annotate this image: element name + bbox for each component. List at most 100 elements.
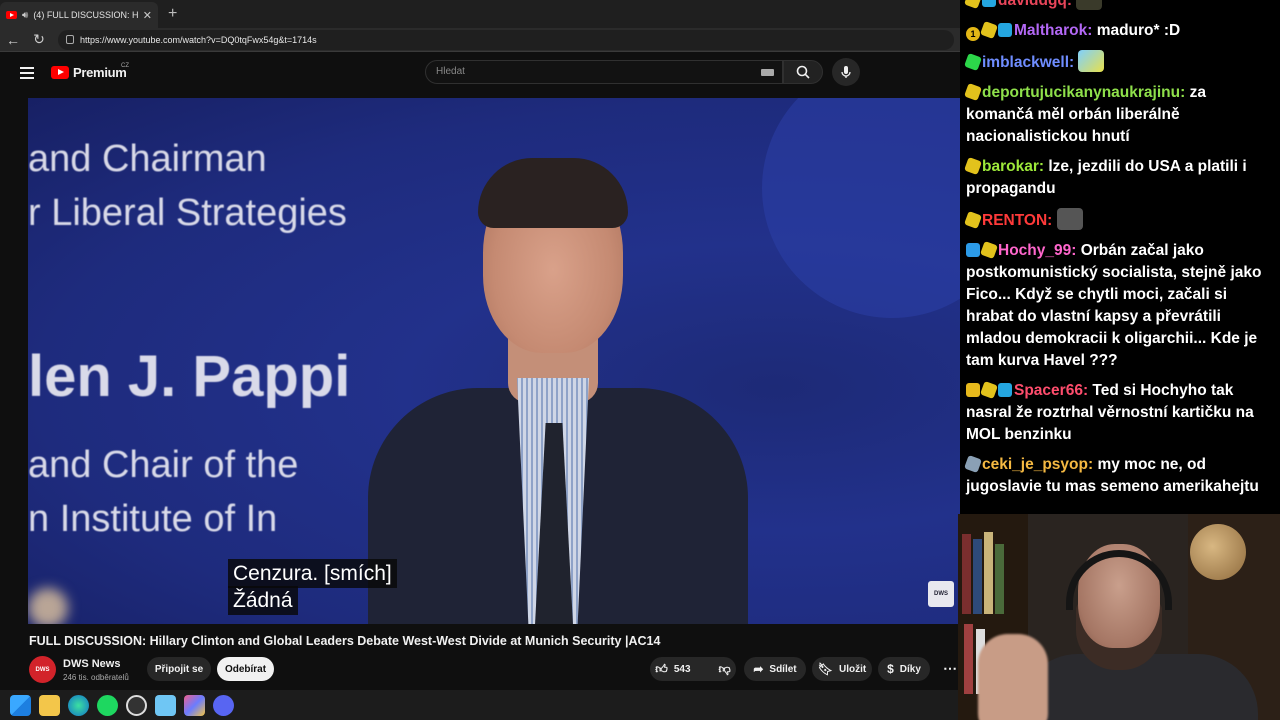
bookmark-icon: 🔖︎ [817, 662, 833, 676]
thanks-button[interactable]: $ Díky [878, 657, 930, 681]
video-player[interactable]: and Chairman r Liberal Strategies len J.… [28, 98, 962, 624]
obs-icon[interactable] [126, 694, 147, 716]
speaker-icon[interactable]: 🔊︎ [22, 10, 28, 21]
join-button[interactable]: Připojit se [147, 657, 211, 681]
chat-separator: : [1038, 158, 1049, 175]
chat-message: Spacer66: Ted si Hochyho tak nasral že r… [966, 380, 1274, 446]
chat-separator: : [1082, 382, 1093, 399]
new-tab-icon[interactable]: + [168, 5, 177, 23]
pickaxe-badge-icon [980, 381, 998, 399]
site-info-icon[interactable] [66, 35, 74, 44]
chat-username[interactable]: imblackwell [982, 54, 1069, 71]
url-text: https://www.youtube.com/watch?v=DQ0tqFwx… [80, 34, 317, 45]
chat-emote-icon [1078, 50, 1105, 72]
back-icon[interactable]: ← [6, 32, 20, 48]
like-button[interactable]: 👍︎ 543 [647, 662, 698, 677]
dislike-button[interactable]: 👎︎ [711, 662, 739, 677]
chat-username[interactable]: RENTON [982, 212, 1047, 229]
chat-message: barokar: lze, jezdili do USA a platili i… [964, 156, 1274, 200]
browser-tab[interactable]: 🔊︎ (4) FULL DISCUSSION: Hillary ✕ [0, 2, 158, 28]
thumbs-down-icon: 👎︎ [718, 661, 731, 676]
chat-emote-icon [1056, 208, 1083, 230]
crown-badge-icon [966, 383, 980, 397]
webcam-overlay [958, 514, 1280, 720]
file-explorer-icon[interactable] [39, 694, 60, 716]
super-thanks-icon: $ [887, 662, 894, 676]
backdrop-text: r Liberal Strategies [28, 192, 347, 234]
headset [1066, 550, 1172, 610]
search-button[interactable] [783, 60, 823, 84]
chat-username[interactable]: Spacer66 [1014, 382, 1083, 399]
pickaxe-badge-icon [964, 83, 982, 101]
chat-username[interactable]: Hochy_99 [998, 242, 1071, 259]
coin-badge-icon: 1 [966, 27, 980, 41]
youtube-favicon-icon [6, 11, 17, 19]
microphone-icon [841, 66, 851, 78]
pickaxe-badge-icon [980, 241, 998, 259]
chat-message: ceki_je_psyop: my moc ne, od jugoslavie … [964, 454, 1274, 498]
speaker-figure [328, 158, 748, 624]
chat-text: Orbán začal jako postkomunistický social… [966, 242, 1262, 369]
like-dislike-group: 👍︎ 543 👎︎ [650, 657, 736, 681]
notepad-icon[interactable] [155, 694, 176, 716]
copilot-icon[interactable] [184, 694, 205, 716]
video-title: FULL DISCUSSION: Hillary Clinton and Glo… [29, 634, 661, 648]
pickaxe-badge-icon [964, 157, 982, 175]
chat-username[interactable]: daviddgq [998, 0, 1067, 9]
cube-badge-icon [998, 23, 1012, 37]
chat-message: deportujucikanynaukrajinu: za komančá mě… [964, 82, 1274, 148]
blurred-figure [28, 588, 68, 624]
backdrop-graphic [762, 98, 962, 318]
menu-icon[interactable] [20, 67, 34, 79]
spotify-icon[interactable] [97, 694, 118, 716]
backdrop-text: and Chairman [28, 138, 267, 180]
channel-name[interactable]: DWS News [63, 658, 120, 670]
chat-username[interactable]: Maltharok [1014, 22, 1087, 39]
like-count: 543 [673, 663, 691, 675]
chat-username[interactable]: ceki_je_psyop [982, 456, 1088, 473]
voice-search-button[interactable] [832, 58, 860, 86]
reload-icon[interactable]: ↻ [32, 31, 46, 48]
backdrop-text: len J. Pappi [28, 344, 351, 409]
caption-line: Žádná [228, 586, 298, 615]
windows-start-icon[interactable] [10, 694, 31, 716]
caption-line: Cenzura. [smích] [228, 559, 397, 588]
search-input[interactable]: Hledat [425, 60, 783, 84]
youtube-logo[interactable]: Premium [51, 65, 127, 80]
logo-text: Premium [73, 65, 127, 80]
green-badge-icon [964, 53, 982, 71]
save-label: Uložit [839, 663, 867, 675]
chat-separator: : [1069, 54, 1079, 71]
save-button[interactable]: 🔖︎ Uložit [812, 657, 872, 681]
pickaxe-badge-icon [964, 211, 982, 229]
avatar[interactable]: DWS [29, 656, 56, 683]
chat-username[interactable]: deportujucikanynaukrajinu [982, 84, 1180, 101]
close-tab-icon[interactable]: ✕ [143, 9, 152, 22]
address-bar: ← ↻ https://www.youtube.com/watch?v=DQ0t… [0, 28, 960, 52]
thanks-label: Díky [899, 663, 921, 675]
share-button[interactable]: ➦ Sdílet [744, 657, 806, 681]
country-code: CZ [121, 63, 129, 69]
url-field[interactable]: https://www.youtube.com/watch?v=DQ0tqFwx… [58, 29, 954, 50]
chat-username[interactable]: barokar [982, 158, 1039, 175]
channel-watermark[interactable]: DWS [928, 581, 954, 607]
windows-taskbar [0, 690, 960, 720]
pickaxe-badge-icon [980, 21, 998, 39]
more-actions-icon[interactable]: ⋯ [943, 660, 957, 677]
chat-separator: : [1180, 84, 1190, 101]
chat-separator: : [1071, 242, 1081, 259]
browser-tabbar: 🔊︎ (4) FULL DISCUSSION: Hillary ✕ + [0, 0, 960, 28]
keyboard-icon[interactable] [761, 69, 774, 76]
chat-separator: : [1047, 212, 1057, 229]
chat-message: daviddgq: [964, 0, 1274, 12]
discord-icon[interactable] [213, 694, 234, 716]
streamer-hand [978, 634, 1048, 720]
youtube-logo-icon [51, 66, 69, 79]
share-label: Sdílet [769, 663, 797, 675]
grey-badge-icon [964, 455, 982, 473]
subscriber-count: 246 tis. odběratelů [63, 673, 129, 682]
subscribe-button[interactable]: Odebírat [217, 657, 274, 681]
edge-icon[interactable] [68, 694, 89, 716]
search-icon [796, 65, 810, 79]
backdrop-text: and Chair of the [28, 444, 299, 486]
